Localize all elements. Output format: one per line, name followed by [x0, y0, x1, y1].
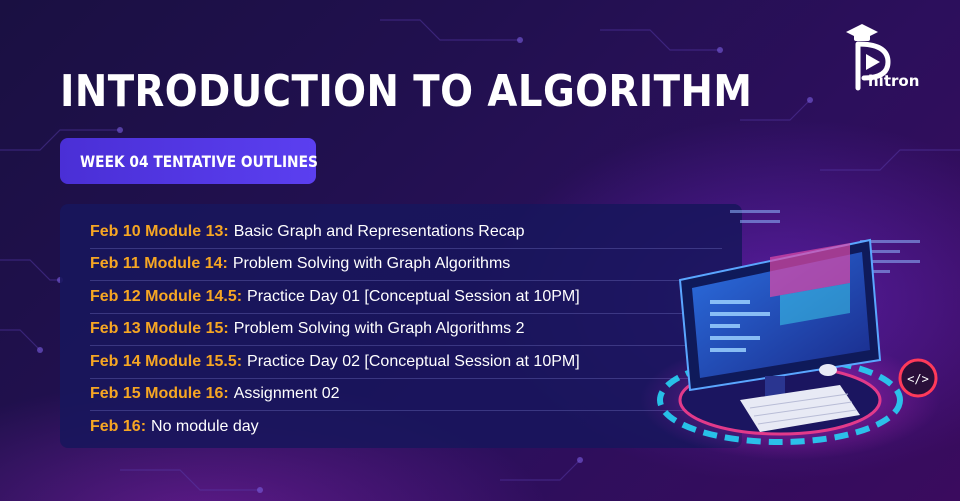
- week-badge: WEEK 04 TENTATIVE OUTLINES: [60, 138, 318, 184]
- graduation-cap-icon: [846, 24, 878, 41]
- row-value: No module day: [151, 418, 259, 436]
- row-key: Feb 10 Module 13:: [90, 222, 229, 240]
- row-key: Feb 12 Module 14.5:: [90, 287, 243, 305]
- outline-row: Feb 13 Module 15: Problem Solving with Gr…: [90, 314, 722, 346]
- outline-row: Feb 12 Module 14.5: Practice Day 01 [Conc…: [90, 281, 722, 314]
- row-key: Feb 13 Module 15:: [90, 320, 229, 338]
- week-badge-label: WEEK 04 TENTATIVE OUTLINES: [80, 151, 318, 171]
- mouse: [819, 364, 837, 376]
- row-key: Feb 16:: [90, 418, 147, 436]
- row-value: Assignment 02: [233, 385, 340, 403]
- row-key: Feb 14 Module 15.5:: [90, 352, 243, 370]
- outline-row: Feb 16: No module day: [90, 411, 722, 444]
- outline-row: Feb 11 Module 14: Problem Solving with Gr…: [90, 249, 722, 281]
- row-value: Problem Solving with Graph Algorithms: [232, 255, 511, 273]
- row-value: Practice Day 01 [Conceptual Session at 1…: [247, 287, 580, 305]
- row-value: Problem Solving with Graph Algorithms 2: [233, 320, 525, 338]
- page-title: INTRODUCTION TO ALGORITHM: [60, 66, 753, 117]
- outline-row: Feb 10 Module 13: Basic Graph and Represe…: [90, 216, 722, 249]
- row-key: Feb 11 Module 14:: [90, 255, 228, 273]
- computer-illustration: </>: [640, 210, 940, 460]
- phitron-logo: [846, 24, 891, 91]
- brand-name: hitron: [868, 72, 920, 90]
- play-icon: [866, 54, 880, 70]
- outline-row: Feb 15 Module 16: Assignment 02: [90, 379, 722, 411]
- code-icon: </>: [898, 358, 938, 398]
- outline-row: Feb 14 Module 15.5: Practice Day 02 [Conc…: [90, 346, 722, 379]
- row-value: Basic Graph and Representations Recap: [233, 222, 525, 240]
- row-value: Practice Day 02 [Conceptual Session at 1…: [247, 352, 580, 370]
- row-key: Feb 15 Module 16:: [90, 385, 229, 403]
- svg-text:</>: </>: [907, 372, 929, 386]
